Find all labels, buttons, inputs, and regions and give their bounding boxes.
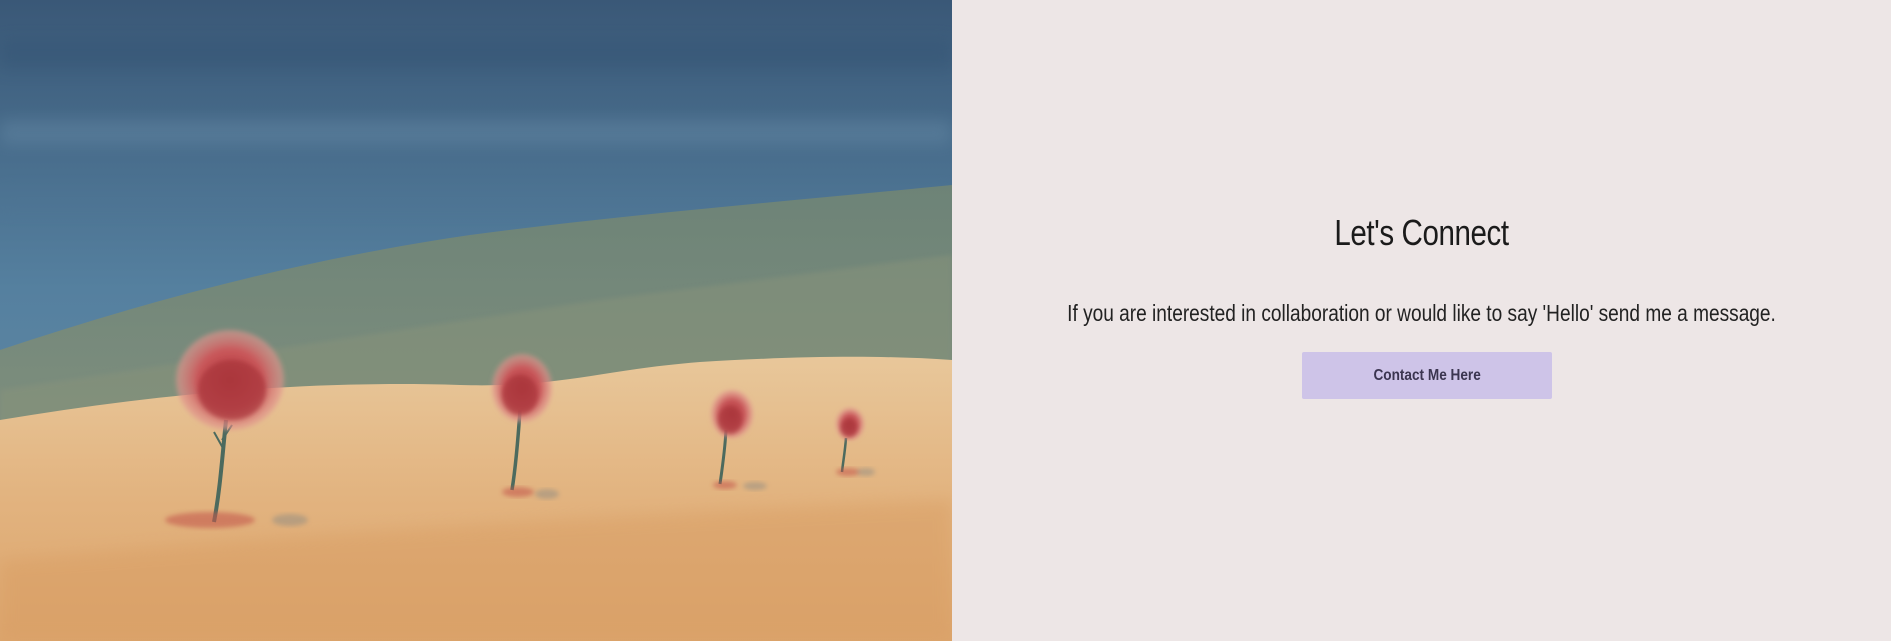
contact-panel: Let's Connect If you are interested in c…: [952, 0, 1891, 641]
contact-heading: Let's Connect: [1334, 212, 1509, 253]
contact-me-button-label: Contact Me Here: [1373, 366, 1481, 384]
contact-message: If you are interested in collaboration o…: [1067, 300, 1776, 326]
contact-me-button[interactable]: Contact Me Here: [1302, 352, 1552, 399]
landscape-illustration: [0, 0, 952, 641]
watercolor-painting: [0, 0, 952, 641]
contact-section: Let's Connect If you are interested in c…: [0, 0, 1891, 641]
